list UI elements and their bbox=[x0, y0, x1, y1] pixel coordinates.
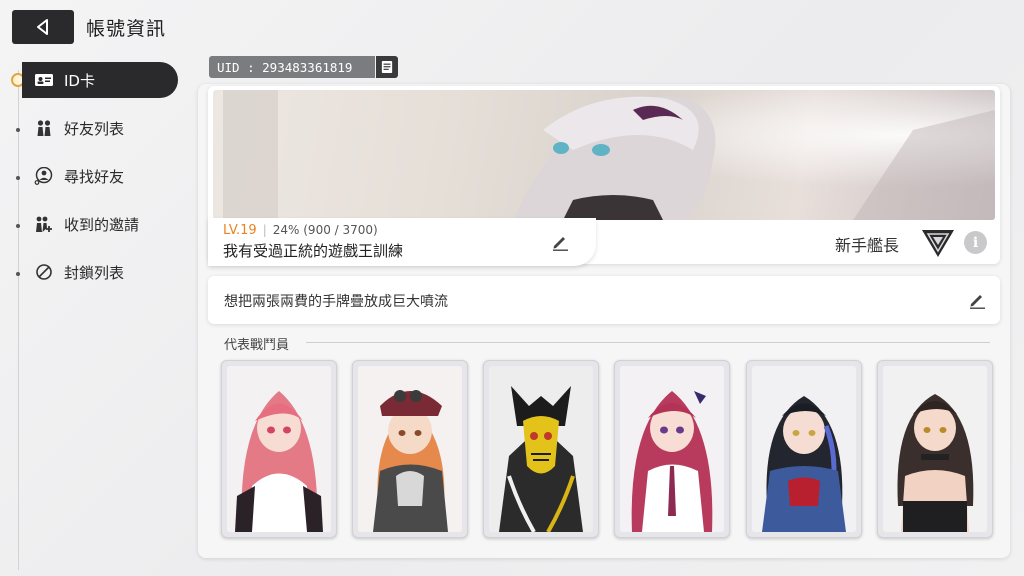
rank-title: 新手艦長 bbox=[835, 236, 900, 255]
section-divider bbox=[306, 342, 990, 343]
sidebar-divider bbox=[18, 70, 19, 570]
representative-card-5[interactable] bbox=[746, 360, 862, 538]
uid-label: UID : 293483361819 bbox=[209, 56, 375, 78]
sidebar-item-block-list[interactable]: 封鎖列表 bbox=[26, 254, 182, 290]
nickname: 我有受過正統的遊戲王訓練 bbox=[223, 242, 404, 260]
sidebar-item-invites[interactable]: 收到的邀請 bbox=[26, 206, 182, 242]
level-value: LV.19 bbox=[223, 223, 257, 238]
block-icon bbox=[34, 263, 54, 281]
representative-card-1[interactable] bbox=[221, 360, 337, 538]
sidebar-item-find-friends[interactable]: 尋找好友 bbox=[26, 158, 182, 194]
info-icon[interactable]: i bbox=[964, 231, 987, 254]
rank-badge-icon bbox=[922, 230, 954, 257]
nav-dot bbox=[16, 224, 20, 228]
representative-card-6[interactable] bbox=[877, 360, 993, 538]
sidebar-item-label: 好友列表 bbox=[64, 119, 125, 138]
representatives-label: 代表戰鬥員 bbox=[224, 338, 290, 353]
sidebar-item-label: 尋找好友 bbox=[64, 167, 125, 186]
id-card-icon bbox=[34, 71, 54, 89]
sidebar-item-label: 封鎖列表 bbox=[64, 263, 125, 282]
friends-icon bbox=[34, 119, 54, 137]
back-button[interactable] bbox=[12, 10, 74, 44]
representative-card-4[interactable] bbox=[614, 360, 730, 538]
character-portrait bbox=[227, 366, 331, 532]
motto-text: 想把兩張兩費的手牌疊放成巨大噴流 bbox=[224, 294, 448, 310]
representative-card-3[interactable] bbox=[483, 360, 599, 538]
nav-dot bbox=[16, 128, 20, 132]
sidebar-item-id-card[interactable]: ID卡 bbox=[22, 62, 178, 98]
page-title: 帳號資訊 bbox=[86, 18, 167, 40]
character-portrait bbox=[620, 366, 724, 532]
nav-dot bbox=[16, 272, 20, 276]
copy-icon bbox=[381, 61, 393, 73]
copy-uid-button[interactable] bbox=[376, 56, 398, 78]
character-portrait bbox=[489, 366, 593, 532]
character-portrait bbox=[752, 366, 856, 532]
character-portrait bbox=[883, 366, 987, 532]
back-arrow-icon bbox=[37, 19, 48, 35]
edit-nickname-icon[interactable] bbox=[550, 232, 570, 252]
invite-icon bbox=[34, 215, 54, 233]
level-info: LV.19 | 24% (900 / 3700) bbox=[223, 223, 378, 238]
exp-text: 24% (900 / 3700) bbox=[272, 223, 378, 237]
sidebar-item-label: 收到的邀請 bbox=[64, 215, 140, 234]
level-separator: | bbox=[262, 223, 267, 237]
edit-motto-icon[interactable] bbox=[967, 290, 987, 310]
character-portrait bbox=[358, 366, 462, 532]
sidebar-item-label: ID卡 bbox=[64, 71, 95, 90]
nav-dot bbox=[16, 176, 20, 180]
representative-card-2[interactable] bbox=[352, 360, 468, 538]
search-user-icon bbox=[34, 167, 54, 185]
profile-banner-image[interactable] bbox=[213, 90, 995, 220]
sidebar-item-friends[interactable]: 好友列表 bbox=[26, 110, 182, 146]
